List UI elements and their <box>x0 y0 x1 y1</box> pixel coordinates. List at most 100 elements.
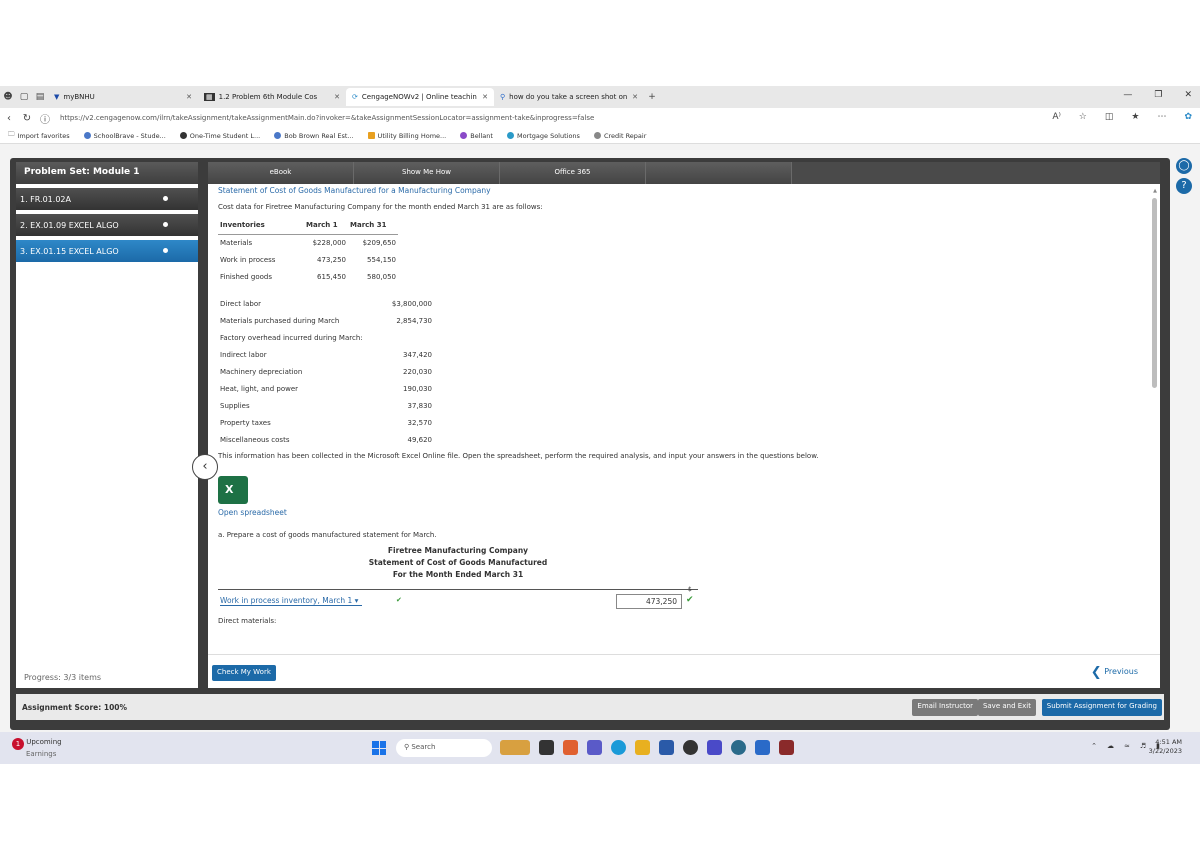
tab-ebook[interactable]: eBook <box>208 162 354 184</box>
screen: ☻ ▢ ▤ ▼ myBNHU ✕ ▦ 1.2 Problem 6th Modul… <box>0 86 1200 764</box>
teams-icon[interactable] <box>587 740 602 755</box>
close-window-icon[interactable]: ✕ <box>1184 90 1192 100</box>
tab-show-me-how[interactable]: Show Me How <box>354 162 500 184</box>
statement-title: Statement of Cost of Goods Manufactured <box>368 558 548 567</box>
read-aloud-icon[interactable]: A⁾ <box>1052 112 1060 122</box>
bookmark-bellant[interactable]: Bellant <box>460 132 493 140</box>
wip-select[interactable]: Work in process inventory, March 1 ▾ <box>220 596 363 606</box>
tab-cengage[interactable]: ⟳ CengageNOWv2 | Online teachin ✕ <box>346 88 494 106</box>
app-icon[interactable] <box>707 740 722 755</box>
instruction-text: This information has been collected in t… <box>218 452 819 460</box>
widgets-icon[interactable] <box>500 740 530 755</box>
close-icon[interactable]: ✕ <box>186 93 192 101</box>
tab-mybnhu[interactable]: ▼ myBNHU ✕ <box>48 88 198 106</box>
copilot-icon[interactable]: ✿ <box>1184 112 1192 122</box>
loading-icon: ⟳ <box>352 93 358 101</box>
scroll-thumb[interactable] <box>1152 198 1157 388</box>
question-a: a. Prepare a cost of goods manufactured … <box>218 531 437 539</box>
outlook-icon[interactable] <box>755 740 770 755</box>
statement-row-wip: Work in process inventory, March 1 ▾ ✔ $… <box>218 586 698 611</box>
site-icon <box>367 132 375 139</box>
problem-set-title: Problem Set: Module 1 <box>16 162 198 184</box>
task-view-icon[interactable] <box>539 740 554 755</box>
back-icon[interactable]: ‹ <box>0 113 18 124</box>
bookmark-one-time[interactable]: One-Time Student L... <box>179 132 260 140</box>
row-label: Materials <box>220 238 253 247</box>
checkmark-icon: ✔ <box>686 595 694 605</box>
help-icon[interactable]: ? <box>1176 178 1192 194</box>
tab-problem[interactable]: ▦ 1.2 Problem 6th Module Cos ✕ <box>198 88 346 106</box>
cloud-icon[interactable]: ☁ <box>1107 742 1114 750</box>
bookmark-credit[interactable]: Credit Repair <box>593 132 646 140</box>
problem-item-3[interactable]: 3. EX.01.15 EXCEL ALGO <box>16 240 198 262</box>
new-tab-button[interactable]: + <box>644 92 660 102</box>
file-explorer-icon[interactable] <box>635 740 650 755</box>
problem-item-1[interactable]: 1. FR.01.02A <box>16 188 198 210</box>
wifi-icon[interactable]: ≈ <box>1124 742 1130 750</box>
problem-item-2[interactable]: 2. EX.01.09 EXCEL ALGO <box>16 214 198 236</box>
table-row: Factory overhead incurred during March: <box>218 329 434 346</box>
split-screen-icon[interactable]: ◫ <box>1105 112 1114 122</box>
app-icon[interactable] <box>563 740 578 755</box>
minimize-icon[interactable]: — <box>1123 90 1132 100</box>
close-icon[interactable]: ✕ <box>482 93 488 101</box>
row-value: 49,620 <box>407 435 433 444</box>
site-icon <box>460 132 468 139</box>
save-and-exit-button[interactable]: Save and Exit <box>977 699 1036 716</box>
bookmark-utility[interactable]: Utility Billing Home... <box>367 132 446 140</box>
previous-button[interactable]: ❮ Previous <box>1091 665 1138 680</box>
overhead-title: Factory overhead incurred during March: <box>220 333 363 342</box>
collapse-panel-button[interactable]: ‹ <box>192 454 218 480</box>
submit-assignment-button[interactable]: Submit Assignment for Grading <box>1041 699 1162 716</box>
dollar-sign: $ <box>688 586 692 593</box>
profile-icon[interactable]: ☻ <box>0 92 16 102</box>
copilot-sidebar-icon[interactable]: ◯ <box>1176 158 1192 174</box>
bookmark-bob-brown[interactable]: Bob Brown Real Est... <box>274 132 354 140</box>
refresh-icon[interactable]: ↻ <box>18 113 36 124</box>
shield-icon[interactable] <box>731 740 746 755</box>
wip-value-input[interactable]: 473,250 <box>616 594 682 609</box>
tab-screenshot-search[interactable]: ⚲ how do you take a screen shot on ✕ <box>494 88 644 106</box>
edge-icon[interactable] <box>611 740 626 755</box>
store-icon[interactable] <box>659 740 674 755</box>
row-value: 32,570 <box>407 418 433 427</box>
favorite-star-icon[interactable]: ☆ <box>1079 112 1087 122</box>
table-row: Indirect labor 347,420 <box>218 346 434 363</box>
row-value: 580,050 <box>367 272 396 281</box>
previous-label: Previous <box>1104 667 1138 676</box>
row-label: Finished goods <box>220 272 273 281</box>
problem-item-label: 3. EX.01.15 EXCEL ALGO <box>20 246 119 256</box>
email-instructor-button[interactable]: Email Instructor <box>912 699 978 716</box>
tab-office-365[interactable]: Office 365 <box>500 162 646 184</box>
bookmark-schoolbrave[interactable]: SchoolBrave - Stude... <box>83 131 166 140</box>
app-icon[interactable] <box>779 740 794 755</box>
open-spreadsheet-link[interactable]: Open spreadsheet <box>218 508 1138 517</box>
workspaces-icon[interactable]: ▢ <box>16 92 32 102</box>
excel-icon[interactable]: X <box>218 476 248 504</box>
row-value: 220,030 <box>403 367 432 376</box>
bookmark-mortgage[interactable]: Mortgage Solutions <box>506 132 580 140</box>
check-my-work-button[interactable]: Check My Work <box>212 665 276 681</box>
taskbar-search[interactable]: ⚲ Search <box>396 739 492 757</box>
chevron-up-icon[interactable]: ⌃ <box>1091 742 1097 750</box>
bookmark-label: SchoolBrave - Stude... <box>93 131 166 140</box>
close-icon[interactable]: ✕ <box>334 93 340 101</box>
statement-period: For the Month Ended March 31 <box>392 570 524 579</box>
start-icon[interactable] <box>372 741 386 755</box>
close-icon[interactable]: ✕ <box>632 93 638 101</box>
news-widget[interactable]: 1 Upcoming Earnings <box>12 738 62 759</box>
url-field[interactable]: https://v2.cengagenow.com/ilrn/takeAssig… <box>60 114 1020 122</box>
taskbar-apps <box>500 740 794 755</box>
clock[interactable]: 4:51 AM 3/22/2023 <box>1149 738 1182 756</box>
info-icon[interactable]: ⓘ <box>36 111 54 126</box>
bookmark-import[interactable]: 🗀 Import favorites <box>8 130 70 141</box>
volume-icon[interactable]: ♬ <box>1140 742 1146 750</box>
more-icon[interactable]: ⋯ <box>1157 112 1166 122</box>
app-icon[interactable] <box>683 740 698 755</box>
inventories-table: Inventories March 1 March 31 Materials $… <box>218 217 398 285</box>
favorites-icon[interactable]: ★ <box>1131 112 1139 122</box>
restore-icon[interactable]: ❐ <box>1154 90 1162 100</box>
content-scrollbar[interactable]: ▲ <box>1152 188 1158 648</box>
tab-actions-icon[interactable]: ▤ <box>32 92 48 102</box>
scroll-up-icon[interactable]: ▲ <box>1152 188 1158 194</box>
